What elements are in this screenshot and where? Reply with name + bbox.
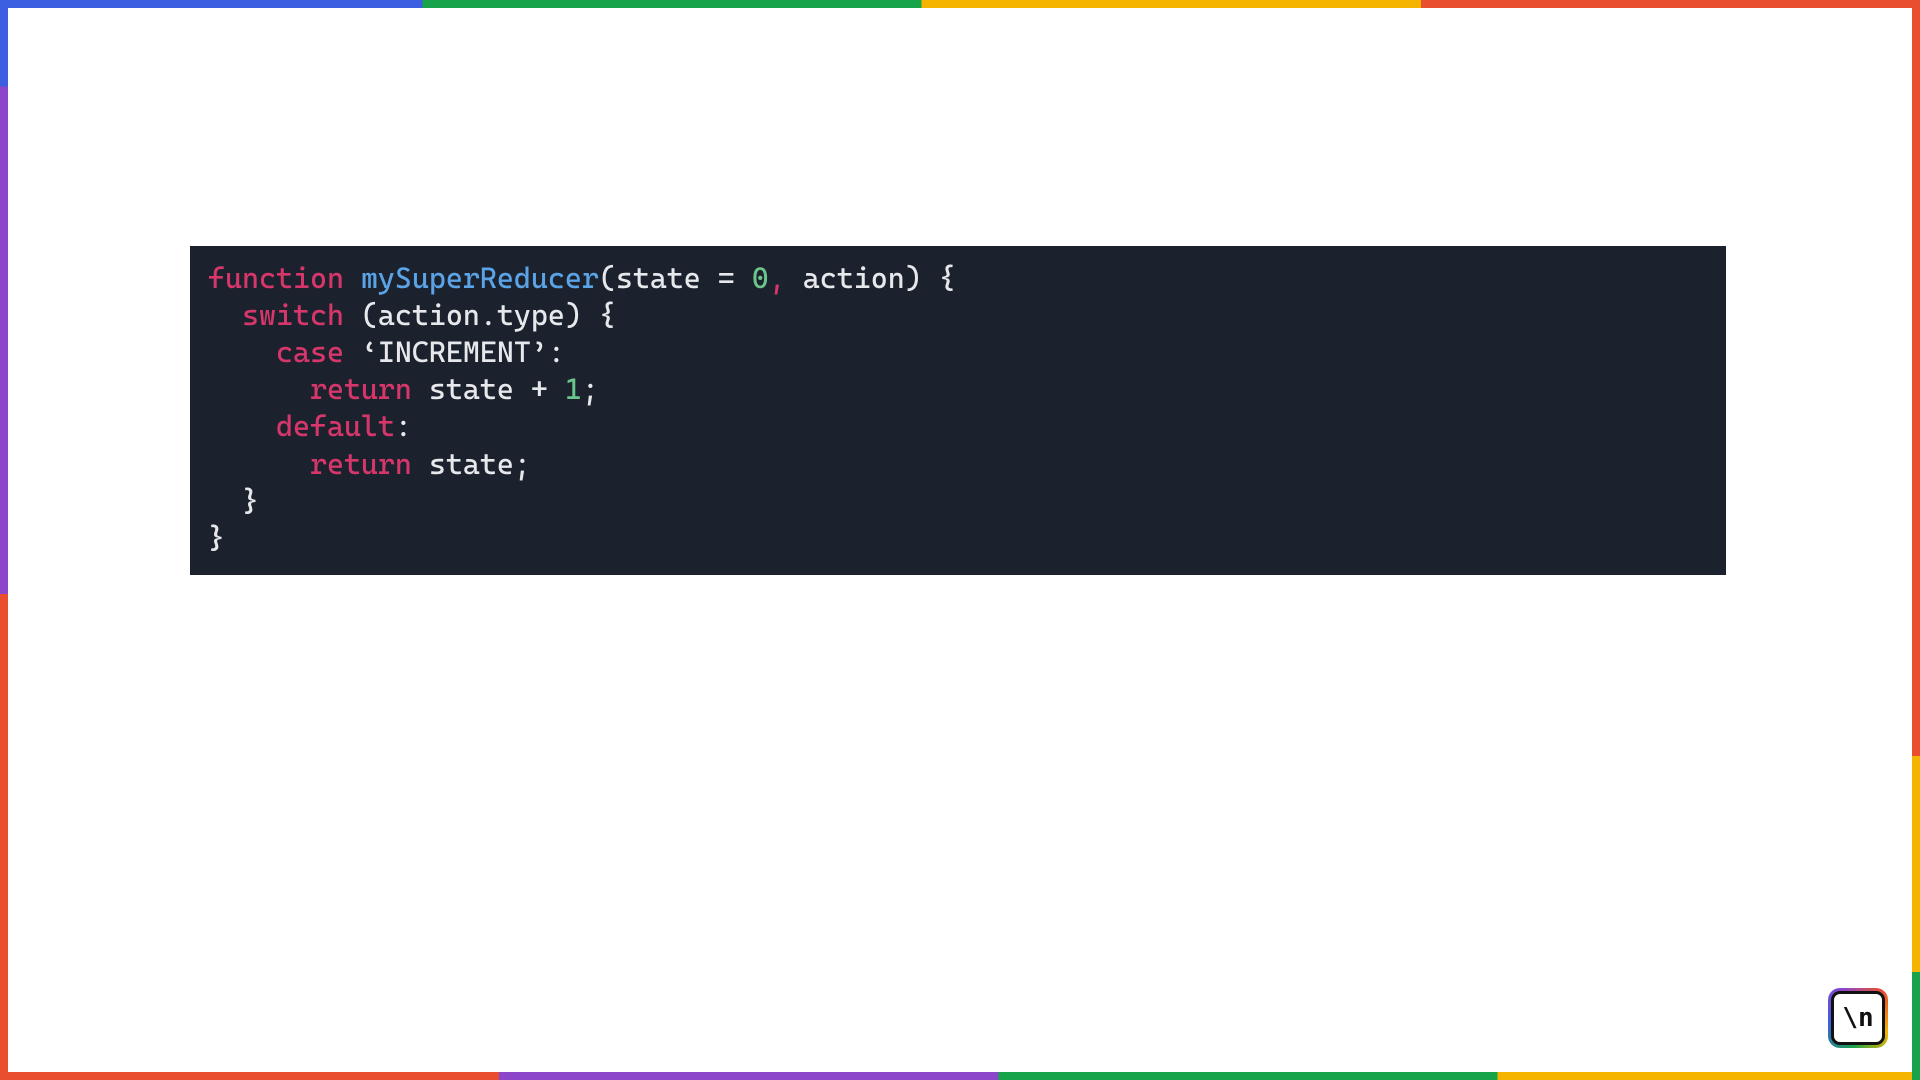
frame-border-right: [1912, 0, 1920, 1080]
code-brace: {: [922, 261, 956, 295]
code-block: function mySuperReducer(state = 0, actio…: [190, 246, 1726, 575]
code-switch-expr: (action.type) {: [344, 298, 616, 332]
brand-logo-text: \n: [1831, 991, 1885, 1045]
code-keyword-case: case: [276, 335, 344, 369]
code-punct: ): [905, 261, 922, 295]
code-keyword-return: return: [310, 372, 412, 406]
code-eq: =: [701, 261, 752, 295]
code-brace-close: }: [208, 521, 225, 555]
code-indent: [208, 372, 310, 406]
code-indent: [208, 409, 276, 443]
code-indent: [208, 484, 242, 518]
code-space: [344, 261, 361, 295]
code-keyword-default: default: [276, 409, 395, 443]
brand-logo: \n: [1828, 988, 1888, 1048]
code-indent: [208, 298, 242, 332]
code-indent: [208, 335, 276, 369]
code-comma: ,: [769, 261, 786, 295]
frame-border-left: [0, 0, 8, 1080]
frame-border-bottom: [0, 1072, 1920, 1080]
code-brace-close: }: [242, 484, 259, 518]
code-keyword-return: return: [310, 447, 412, 481]
code-keyword-switch: switch: [242, 298, 344, 332]
code-space: [344, 335, 361, 369]
code-expr: state +: [412, 372, 565, 406]
frame-border-top: [0, 0, 1920, 8]
code-indent: [208, 447, 310, 481]
code-string-increment: ‘INCREMENT’: [361, 335, 548, 369]
code-param-state: state: [616, 261, 701, 295]
code-colon: :: [548, 335, 565, 369]
code-keyword-function: function: [208, 261, 344, 295]
code-number-zero: 0: [752, 261, 769, 295]
code-param-action: action: [786, 261, 905, 295]
code-number-one: 1: [565, 372, 582, 406]
code-punct: (: [599, 261, 616, 295]
code-semi: ;: [582, 372, 599, 406]
slide-canvas: function mySuperReducer(state = 0, actio…: [8, 8, 1912, 1072]
code-colon: :: [395, 409, 412, 443]
code-function-name: mySuperReducer: [361, 261, 599, 295]
code-return-state: state;: [412, 447, 531, 481]
